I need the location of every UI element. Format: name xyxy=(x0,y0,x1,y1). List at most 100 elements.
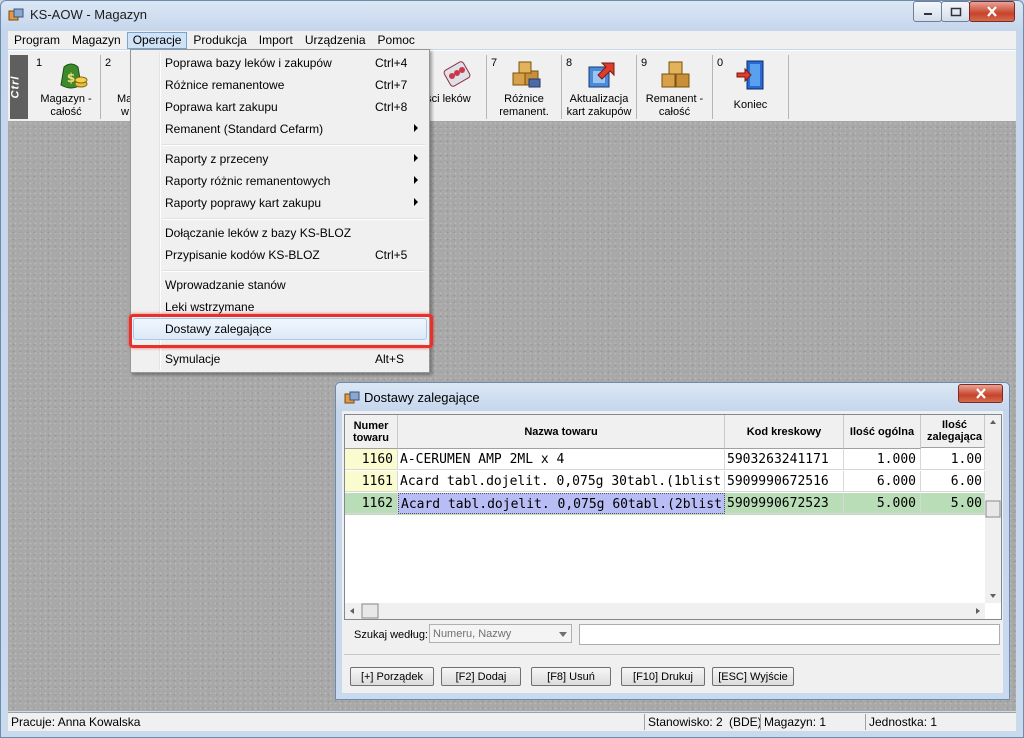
toolbar-button-leki[interactable]: ości leków xyxy=(420,55,487,119)
status-warehouse: Magazyn: 1 xyxy=(760,714,864,730)
toolbar-button-koniec[interactable]: 0 Koniec xyxy=(713,55,789,119)
cell-nazwa: Acard tabl.dojelit. 0,075g 60tabl.(2blis… xyxy=(398,493,725,514)
cell-nazwa: Acard tabl.dojelit. 0,075g 30tabl.(1blis… xyxy=(398,471,725,492)
porzadek-button[interactable]: [+] Porządek xyxy=(350,667,434,686)
dodaj-button[interactable]: [F2] Dodaj xyxy=(441,667,521,686)
toolbar-grip: Ctrl xyxy=(9,55,28,119)
status-user: Pracuje: Anna Kowalska xyxy=(11,715,141,729)
toolbar-button-number: 0 xyxy=(717,57,724,69)
dialog-close-button[interactable] xyxy=(958,384,1003,403)
menu-item-dolaczanie-lekow[interactable]: Dołączanie leków z bazy KS-BLOZ xyxy=(133,222,427,244)
search-by-select[interactable]: Numeru, Nazwy xyxy=(429,624,572,643)
menu-separator xyxy=(162,144,425,146)
toolbar-button-label: Koniec xyxy=(733,99,768,111)
usun-button[interactable]: [F8] Usuń xyxy=(531,667,611,686)
dialog-icon xyxy=(344,391,360,404)
dialog-title: Dostawy zalegające xyxy=(364,390,480,405)
table-row[interactable]: 1160 A-CERUMEN AMP 2ML x 4 5903263241171… xyxy=(345,449,985,471)
status-unit: Jednostka: 1 xyxy=(865,714,1009,730)
status-bar: Pracuje: Anna Kowalska Stanowisko: 2 (BD… xyxy=(8,712,1016,731)
app-icon xyxy=(8,8,24,21)
boxes-diff-icon xyxy=(512,61,541,88)
menu-produkcja[interactable]: Produkcja xyxy=(187,32,252,49)
dostawy-zalegajace-dialog: Dostawy zalegające Numer towaru Nazwa tow… xyxy=(335,382,1010,700)
cell-ilosc-zalegajaca: 5.00 xyxy=(921,493,985,514)
highlight-annotation-box xyxy=(129,314,433,348)
menu-item-przypisanie-kodow[interactable]: Przypisanie kodów KS-BLOZ Ctrl+5 xyxy=(133,244,427,266)
window-title: KS-AOW - Magazyn xyxy=(30,7,148,22)
menu-item-raporty-roznic[interactable]: Raporty różnic remanentowych xyxy=(133,170,427,192)
maximize-button[interactable] xyxy=(941,1,970,22)
wyjscie-button[interactable]: [ESC] Wyjście xyxy=(712,667,794,686)
column-header-ilosc-ogolna[interactable]: Ilość ogólna xyxy=(844,415,921,449)
minimize-button[interactable] xyxy=(913,1,942,22)
maximize-icon xyxy=(950,7,961,16)
cell-nazwa: A-CERUMEN AMP 2ML x 4 xyxy=(398,449,725,470)
close-icon xyxy=(987,6,997,17)
menu-item-poprawa-bazy[interactable]: Poprawa bazy leków i zakupów Ctrl+4 xyxy=(133,52,427,74)
toolbar-button-label: Aktualizacja kart zakupów xyxy=(566,93,632,118)
toolbar-button-magazyn-w[interactable]: 2 Ma w xyxy=(101,55,132,119)
cell-ilosc-ogolna: 6.000 xyxy=(844,471,921,492)
table-row[interactable]: 1161 Acard tabl.dojelit. 0,075g 30tabl.(… xyxy=(345,471,985,493)
menu-pomoc[interactable]: Pomoc xyxy=(372,32,421,49)
toolbar-button-number: 8 xyxy=(566,57,573,69)
pills-icon xyxy=(443,61,471,87)
chevron-down-icon xyxy=(559,632,567,637)
toolbar-button-number: 9 xyxy=(641,57,648,69)
toolbar-button-label: Magazyn - całość xyxy=(40,93,92,118)
menu-operacje[interactable]: Operacje xyxy=(126,31,188,49)
vertical-scrollbar[interactable] xyxy=(985,415,1001,603)
toolbar-button-number: 7 xyxy=(491,57,498,69)
data-grid[interactable]: Numer towaru Nazwa towaru Kod kreskowy Il… xyxy=(344,414,1002,620)
menu-item-symulacje[interactable]: Symulacje Alt+S xyxy=(133,348,427,370)
menu-magazyn[interactable]: Magazyn xyxy=(66,32,127,49)
search-by-value: Numeru, Nazwy xyxy=(433,628,512,640)
table-row-selected[interactable]: 1162 Acard tabl.dojelit. 0,075g 60tabl.(… xyxy=(345,493,985,515)
search-input[interactable] xyxy=(579,624,1000,645)
toolbar-button-remanent-calosc[interactable]: 9 Remanent - całość xyxy=(637,55,713,119)
boxes-icon xyxy=(661,61,690,88)
horizontal-scrollbar[interactable] xyxy=(345,603,985,619)
menu-item-remanent-standard[interactable]: Remanent (Standard Cefarm) xyxy=(133,118,427,140)
menu-item-raporty-poprawy[interactable]: Raporty poprawy kart zakupu xyxy=(133,192,427,214)
cell-ilosc-zalegajaca: 6.00 xyxy=(921,471,985,492)
menu-bar: Program Magazyn Operacje Produkcja Impor… xyxy=(8,31,1016,49)
menu-urzadzenia[interactable]: Urządzenia xyxy=(299,32,372,49)
scroll-arrows-icon xyxy=(985,420,1001,598)
toolbar-button-magazyn-calosc[interactable]: 1 $ Magazyn - całość xyxy=(32,55,101,119)
cell-numer: 1162 xyxy=(345,493,398,514)
status-db: (BDE) xyxy=(729,715,762,729)
exit-door-icon xyxy=(736,60,764,90)
svg-text:$: $ xyxy=(67,71,75,85)
column-header-nazwa[interactable]: Nazwa towaru xyxy=(398,415,725,449)
menu-program[interactable]: Program xyxy=(8,32,66,49)
cell-kod: 5909990672523 xyxy=(725,493,844,514)
dialog-body: Numer towaru Nazwa towaru Kod kreskowy Il… xyxy=(342,411,1003,693)
menu-item-roznice-remanentowe[interactable]: Różnice remanentowe Ctrl+7 xyxy=(133,74,427,96)
submenu-arrow-icon xyxy=(414,176,418,184)
toolbar-grip-label: Ctrl xyxy=(9,75,22,99)
status-station: Stanowisko: 2 xyxy=(644,714,728,730)
cell-ilosc-ogolna: 5.000 xyxy=(844,493,921,514)
cell-numer: 1160 xyxy=(345,449,398,470)
column-header-ilosc-zalegajaca[interactable]: Ilość zalegająca xyxy=(921,415,985,448)
title-bar: KS-AOW - Magazyn xyxy=(0,0,1024,30)
menu-item-wprowadzanie-stanow[interactable]: Wprowadzanie stanów xyxy=(133,274,427,296)
submenu-arrow-icon xyxy=(414,198,418,206)
menu-import[interactable]: Import xyxy=(253,32,299,49)
cell-kod: 5903263241171 xyxy=(725,449,844,470)
column-header-numer[interactable]: Numer towaru xyxy=(345,415,398,449)
scroll-arrows-icon xyxy=(350,603,980,619)
update-cards-icon xyxy=(588,62,615,88)
close-button[interactable] xyxy=(969,1,1015,22)
toolbar-button-aktualizacja-kart[interactable]: 8 Aktualizacja kart zakupów xyxy=(562,55,637,119)
drukuj-button[interactable]: [F10] Drukuj xyxy=(621,667,705,686)
cell-ilosc-ogolna: 1.000 xyxy=(844,449,921,470)
column-header-kod[interactable]: Kod kreskowy xyxy=(725,415,844,449)
menu-item-poprawa-kart[interactable]: Poprawa kart zakupu Ctrl+8 xyxy=(133,96,427,118)
dialog-button-row: [+] Porządek [F2] Dodaj [F8] Usuń [F10] … xyxy=(344,654,1000,688)
toolbar-button-roznice-remanent[interactable]: 7 Różnice remanent. xyxy=(487,55,562,119)
minimize-icon xyxy=(923,12,932,15)
menu-item-raporty-przeceny[interactable]: Raporty z przeceny xyxy=(133,148,427,170)
